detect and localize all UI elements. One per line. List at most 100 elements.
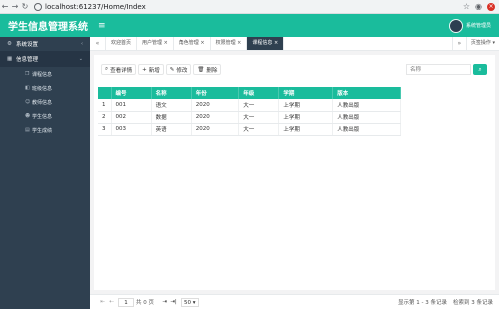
view-details-button[interactable]: ⌕ 查看详情 (101, 64, 137, 75)
total-pages: 共 0 页 (136, 300, 154, 306)
search-icon: ⌕ (478, 66, 482, 73)
page-size-select[interactable]: 50 ▾ (181, 297, 199, 307)
reload-icon[interactable]: ↻ (20, 2, 30, 11)
last-page-icon[interactable]: ⇥| (169, 299, 178, 305)
row-index: 3 (98, 123, 112, 136)
column-header-edition[interactable]: 版本 (332, 87, 401, 99)
address-bar[interactable]: localhost:61237/Home/Index (45, 3, 146, 11)
tab-user-management[interactable]: 用户管理 × (137, 37, 174, 50)
first-page-icon[interactable]: ⇤ (98, 299, 107, 305)
sidebar-item-class-info[interactable]: ◧ 班级信息 (0, 81, 90, 95)
table-row[interactable]: 1 001 语文 2020 大一 上学期 人教出版 (98, 99, 401, 112)
plus-icon: + (142, 66, 147, 73)
cell-year: 2020 (191, 99, 240, 112)
table-row[interactable]: 3 003 英语 2020 大一 上学期 人教出版 (98, 123, 401, 136)
main-content: ⌕ 查看详情 + 新增 ✎ 修改 🗑 删除 ⌕ 编 (90, 51, 499, 294)
browser-toolbar: ← → ↻ localhost:61237/Home/Index ☆ ◉ × (0, 0, 499, 14)
book-icon: ❒ (25, 71, 30, 77)
button-label: 查看详情 (110, 67, 133, 74)
column-header-semester[interactable]: 学期 (278, 87, 334, 99)
edit-button[interactable]: ✎ 修改 (165, 64, 192, 75)
button-label: 删除 (206, 67, 218, 74)
sidebar-item-label: 教师信息 (32, 99, 53, 106)
cell-year: 2020 (191, 123, 240, 136)
avatar[interactable] (448, 18, 463, 33)
row-index: 2 (98, 111, 112, 124)
score-icon: ▤ (25, 127, 30, 133)
cell-name: 数据 (151, 111, 192, 124)
tab-scroll-left-icon[interactable]: « (90, 37, 106, 50)
toolbar: ⌕ 查看详情 + 新增 ✎ 修改 🗑 删除 (101, 64, 222, 75)
trash-icon: 🗑 (197, 66, 205, 73)
sidebar-item-course-info[interactable]: ❒ 课程信息 (0, 67, 90, 81)
cell-grade: 大一 (238, 123, 280, 136)
class-icon: ◧ (25, 85, 30, 91)
grid-icon: ▦ (7, 56, 13, 62)
user-name[interactable]: 系统管理员 (466, 22, 491, 29)
sidebar-group-info-management[interactable]: ▦ 信息管理 ⌄ (0, 52, 90, 67)
chevron-down-icon: ⌄ (78, 56, 83, 62)
pagination-bar: ⇤ ⇠ 1 共 0 页 ⇥ ⇥| 50 ▾ 显示第 1 - 3 条记录 检索到 … (90, 294, 499, 309)
cell-name: 英语 (151, 123, 192, 136)
cell-id: 002 (111, 111, 152, 124)
cell-semester: 上学期 (278, 123, 334, 136)
tab-course-info[interactable]: 课程信息 × (247, 37, 285, 50)
record-count-info: 检索到 3 条记录 (453, 300, 493, 306)
sidebar-item-teacher-info[interactable]: ☺ 教师信息 (0, 95, 90, 109)
row-index: 1 (98, 99, 112, 112)
app-title: 学生信息管理系统 (8, 22, 88, 33)
next-page-icon[interactable]: ⇥ (160, 299, 169, 305)
star-icon[interactable]: ☆ (463, 2, 470, 11)
sidebar-item-label: 学生信息 (32, 113, 53, 120)
tab-right-controls: » 页签操作 ▾ (451, 37, 499, 50)
page-number-input[interactable]: 1 (118, 297, 134, 307)
column-header-grade[interactable]: 年级 (238, 87, 280, 99)
sidebar: ⚙ 系统设置 ‹ ▦ 信息管理 ⌄ ❒ 课程信息 ◧ 班级信息 ☺ 教师信息 ☻… (0, 37, 90, 309)
add-button[interactable]: + 新增 (138, 64, 164, 75)
cell-name: 语文 (151, 99, 192, 112)
info-icon (34, 2, 42, 11)
delete-button[interactable]: 🗑 删除 (193, 64, 222, 75)
chevron-left-icon: ‹ (81, 41, 83, 47)
cell-year: 2020 (191, 111, 240, 124)
table-row[interactable]: 2 002 数据 2020 大一 上学期 人教出版 (98, 111, 401, 124)
sidebar-group-system-settings[interactable]: ⚙ 系统设置 ‹ (0, 37, 90, 52)
tab-role-management[interactable]: 角色管理 × (174, 37, 211, 50)
user-menu[interactable]: 系统管理员 (448, 18, 499, 33)
menu-toggle-icon[interactable]: ≡ (98, 21, 106, 31)
stop-icon[interactable]: × (487, 2, 495, 11)
cell-semester: 上学期 (278, 99, 334, 112)
tab-operations-dropdown[interactable]: 页签操作 ▾ (465, 37, 499, 50)
sidebar-item-student-info[interactable]: ☻ 学生信息 (0, 109, 90, 123)
cell-id: 003 (111, 123, 152, 136)
button-label: 修改 (176, 67, 188, 74)
cell-semester: 上学期 (278, 111, 334, 124)
account-icon[interactable]: ◉ (475, 2, 482, 11)
course-table: 编号 名称 年份 年级 学期 版本 1 001 语文 2020 大一 上学期 人… (98, 87, 401, 136)
name-search-input[interactable] (406, 64, 471, 75)
app-header: 学生信息管理系统 ≡ 系统管理员 (0, 14, 499, 37)
cell-id: 001 (111, 99, 152, 112)
cell-edition: 人教出版 (332, 123, 401, 136)
search-button[interactable]: ⌕ (473, 64, 487, 75)
tab-welcome[interactable]: 欢迎首页 (106, 37, 138, 50)
column-header-index (98, 87, 112, 99)
column-header-year[interactable]: 年份 (191, 87, 240, 99)
column-header-id[interactable]: 编号 (111, 87, 152, 99)
column-header-name[interactable]: 名称 (151, 87, 192, 99)
tab-permission-management[interactable]: 权限管理 × (211, 37, 248, 50)
sidebar-item-student-scores[interactable]: ▤ 学生成绩 (0, 123, 90, 137)
cell-grade: 大一 (238, 99, 280, 112)
sidebar-item-label: 学生成绩 (32, 127, 53, 134)
sidebar-group-label: 系统设置 (16, 42, 39, 48)
content-panel: ⌕ 查看详情 + 新增 ✎ 修改 🗑 删除 ⌕ 编 (94, 55, 495, 290)
browser-actions: ☆ ◉ × (463, 2, 499, 11)
back-icon[interactable]: ← (0, 2, 10, 11)
student-icon: ☻ (25, 113, 31, 119)
edit-icon: ✎ (169, 66, 175, 73)
record-range-info: 显示第 1 - 3 条记录 (398, 300, 447, 306)
forward-icon[interactable]: → (10, 2, 20, 11)
gear-icon: ⚙ (7, 41, 12, 47)
tab-scroll-right-icon[interactable]: » (451, 37, 466, 50)
prev-page-icon[interactable]: ⇠ (107, 299, 116, 305)
